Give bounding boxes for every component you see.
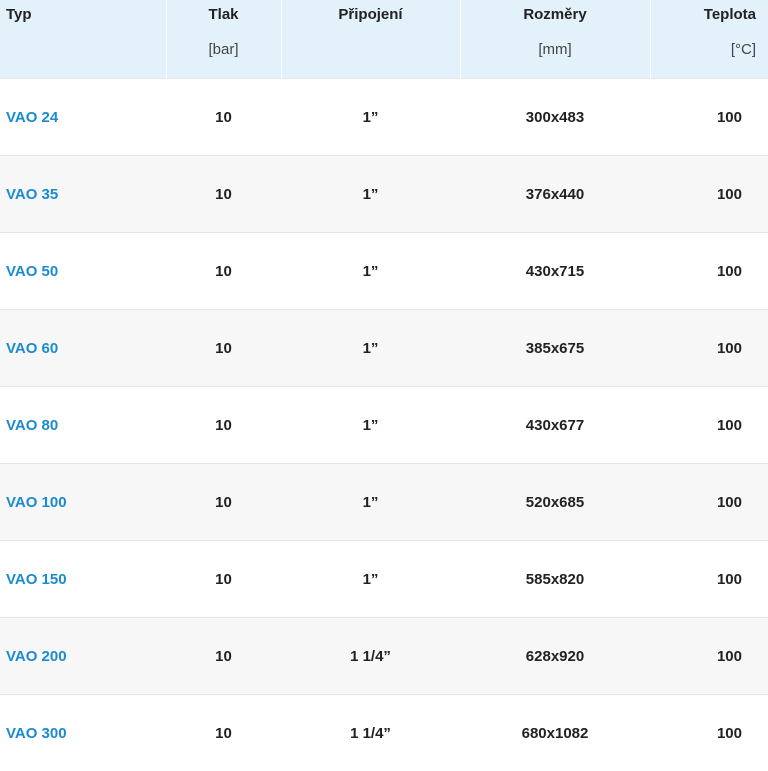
table-row: VAO 100 10 1” 520x685 100 (0, 464, 768, 541)
header-unit: [bar] (167, 41, 281, 59)
cell-teplota: 100 (650, 387, 768, 464)
header-unit: [mm] (461, 41, 650, 59)
cell-tlak: 10 (166, 79, 281, 156)
cell-rozmery: 680x1082 (460, 695, 650, 771)
cell-teplota: 100 (650, 156, 768, 233)
header-typ: Typ (0, 0, 166, 79)
cell-tlak: 10 (166, 464, 281, 541)
cell-typ-link[interactable]: VAO 50 (0, 233, 166, 310)
cell-rozmery: 376x440 (460, 156, 650, 233)
table-row: VAO 60 10 1” 385x675 100 (0, 310, 768, 387)
cell-teplota: 100 (650, 310, 768, 387)
cell-rozmery: 628x920 (460, 618, 650, 695)
cell-teplota: 100 (650, 541, 768, 618)
cell-typ-link[interactable]: VAO 35 (0, 156, 166, 233)
table-row: VAO 24 10 1” 300x483 100 (0, 79, 768, 156)
cell-tlak: 10 (166, 156, 281, 233)
cell-typ-link[interactable]: VAO 300 (0, 695, 166, 771)
header-label: Teplota (651, 6, 757, 24)
cell-teplota: 100 (650, 695, 768, 771)
header-teplota: Teplota [°C] (650, 0, 768, 79)
header-label: Tlak (167, 6, 281, 24)
cell-teplota: 100 (650, 79, 768, 156)
cell-typ-link[interactable]: VAO 60 (0, 310, 166, 387)
cell-typ-link[interactable]: VAO 80 (0, 387, 166, 464)
table-row: VAO 200 10 1 1/4” 628x920 100 (0, 618, 768, 695)
cell-tlak: 10 (166, 233, 281, 310)
header-label: Typ (6, 6, 166, 24)
table-header-row: Typ Tlak [bar] Připojení Rozměry [mm] Te… (0, 0, 768, 79)
cell-tlak: 10 (166, 618, 281, 695)
header-pripojeni: Připojení (281, 0, 460, 79)
table-row: VAO 150 10 1” 585x820 100 (0, 541, 768, 618)
table-row: VAO 50 10 1” 430x715 100 (0, 233, 768, 310)
cell-pripojeni: 1” (281, 79, 460, 156)
cell-pripojeni: 1 1/4” (281, 618, 460, 695)
cell-pripojeni: 1” (281, 310, 460, 387)
table-row: VAO 35 10 1” 376x440 100 (0, 156, 768, 233)
cell-rozmery: 300x483 (460, 79, 650, 156)
cell-pripojeni: 1” (281, 541, 460, 618)
cell-typ-link[interactable]: VAO 100 (0, 464, 166, 541)
cell-teplota: 100 (650, 464, 768, 541)
cell-pripojeni: 1 1/4” (281, 695, 460, 771)
cell-pripojeni: 1” (281, 464, 460, 541)
cell-rozmery: 585x820 (460, 541, 650, 618)
header-unit: [°C] (651, 41, 757, 59)
cell-rozmery: 385x675 (460, 310, 650, 387)
cell-typ-link[interactable]: VAO 200 (0, 618, 166, 695)
cell-tlak: 10 (166, 541, 281, 618)
header-label: Připojení (282, 6, 460, 24)
header-rozmery: Rozměry [mm] (460, 0, 650, 79)
cell-pripojeni: 1” (281, 233, 460, 310)
cell-pripojeni: 1” (281, 156, 460, 233)
cell-pripojeni: 1” (281, 387, 460, 464)
cell-tlak: 10 (166, 310, 281, 387)
cell-typ-link[interactable]: VAO 24 (0, 79, 166, 156)
table-row: VAO 80 10 1” 430x677 100 (0, 387, 768, 464)
cell-teplota: 100 (650, 233, 768, 310)
cell-teplota: 100 (650, 618, 768, 695)
cell-tlak: 10 (166, 387, 281, 464)
cell-rozmery: 520x685 (460, 464, 650, 541)
spec-table: Typ Tlak [bar] Připojení Rozměry [mm] Te… (0, 0, 768, 771)
header-label: Rozměry (461, 6, 650, 24)
cell-rozmery: 430x677 (460, 387, 650, 464)
cell-rozmery: 430x715 (460, 233, 650, 310)
cell-tlak: 10 (166, 695, 281, 771)
cell-typ-link[interactable]: VAO 150 (0, 541, 166, 618)
header-tlak: Tlak [bar] (166, 0, 281, 79)
table-row: VAO 300 10 1 1/4” 680x1082 100 (0, 695, 768, 771)
